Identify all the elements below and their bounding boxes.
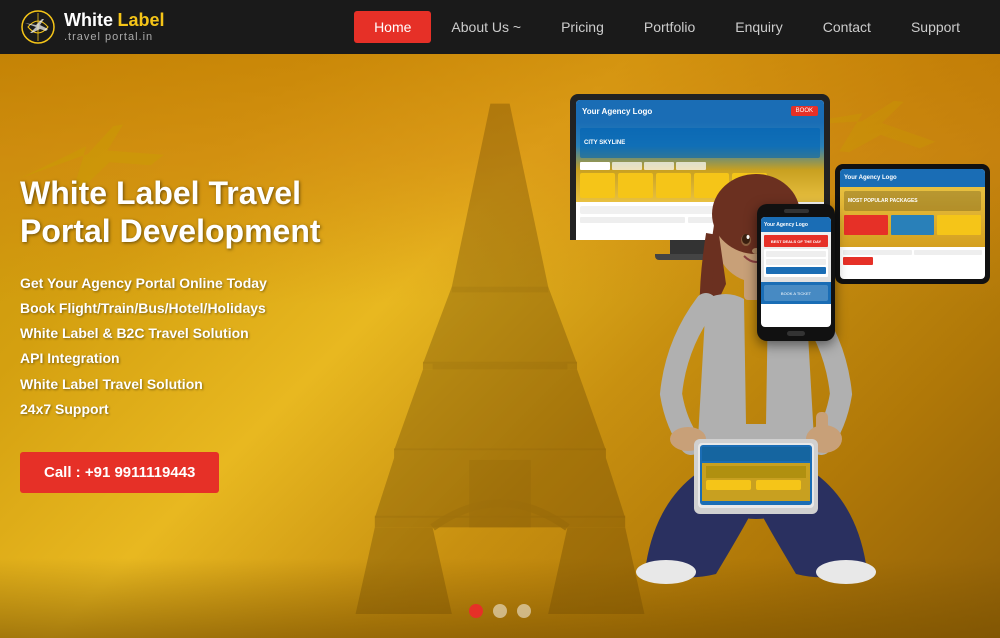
phone-home-button [787, 331, 805, 336]
nav-item-pricing[interactable]: Pricing [541, 11, 624, 43]
monitor-book-btn: BOOK [791, 106, 818, 116]
phone-deal-text: BEST DEALS OF THE DAY [771, 239, 821, 244]
phone-logo-text: Your Agency Logo [764, 222, 808, 228]
logo-sub: .travel portal.in [64, 31, 164, 43]
phone-mockup: Your Agency Logo BEST DEALS OF THE DAY [757, 204, 835, 341]
phone-input-row [766, 251, 826, 257]
tablet-content-area: MOST POPULAR PACKAGES [840, 187, 985, 247]
tablet-screen: Your Agency Logo MOST POPULAR PACKAGES [840, 169, 985, 279]
logo-icon [20, 9, 56, 45]
navbar: White Label .travel portal.in Home About… [0, 0, 1000, 54]
monitor-logo-text: Your Agency Logo [582, 107, 652, 116]
tablet-screen-header: Your Agency Logo [840, 169, 985, 187]
call-button[interactable]: Call : +91 9911119443 [20, 452, 219, 493]
hero-list-item: Book Flight/Train/Bus/Hotel/Holidays [20, 296, 340, 321]
phone-speaker [784, 209, 809, 213]
nav-item-support[interactable]: Support [891, 11, 980, 43]
hero-list: Get Your Agency Portal Online Today Book… [20, 271, 340, 422]
nav-item-contact[interactable]: Contact [803, 11, 891, 43]
tablet-logo-text: Your Agency Logo [844, 175, 897, 181]
monitor-screen-header: Your Agency Logo BOOK [576, 100, 824, 122]
tablet-mockup: Your Agency Logo MOST POPULAR PACKAGES [835, 164, 990, 284]
phone-screen: Your Agency Logo BEST DEALS OF THE DAY [761, 217, 831, 327]
phone-screen-header: Your Agency Logo [761, 217, 831, 232]
phone-frame: Your Agency Logo BEST DEALS OF THE DAY [757, 204, 835, 341]
hero-title: White Label Travel Portal Development [20, 174, 340, 251]
hero-list-item: White Label & B2C Travel Solution [20, 321, 340, 346]
tablet-search-btn [843, 257, 873, 265]
hero-list-item: 24x7 Support [20, 397, 340, 422]
phone-form [764, 249, 828, 277]
carousel-dots [469, 604, 531, 618]
phone-deal-banner: BEST DEALS OF THE DAY [764, 235, 828, 247]
tablet-banner-text: MOST POPULAR PACKAGES [848, 198, 918, 204]
hero-left-content: White Label Travel Portal Development Ge… [20, 174, 340, 493]
tablet-form [840, 247, 985, 275]
nav-item-enquiry[interactable]: Enquiry [715, 11, 802, 43]
tablet-banner: MOST POPULAR PACKAGES [844, 191, 981, 211]
nav-item-portfolio[interactable]: Portfolio [624, 11, 715, 43]
hero-list-item: White Label Travel Solution [20, 372, 340, 397]
hero-list-item: API Integration [20, 346, 340, 371]
hero-list-item: Get Your Agency Portal Online Today [20, 271, 340, 296]
phone-search-btn [766, 267, 826, 274]
phone-content-area: BEST DEALS OF THE DAY [761, 232, 831, 282]
phone-input-row [766, 259, 826, 265]
nav-links: Home About Us ~ Pricing Portfolio Enquir… [354, 11, 980, 43]
carousel-dot-2[interactable] [493, 604, 507, 618]
nav-item-about[interactable]: About Us ~ [431, 11, 541, 43]
carousel-dot-1[interactable] [469, 604, 483, 618]
nav-item-home[interactable]: Home [354, 11, 431, 43]
logo-white: White Label [64, 11, 164, 31]
tablet-frame: Your Agency Logo MOST POPULAR PACKAGES [835, 164, 990, 284]
logo-text: White Label .travel portal.in [64, 11, 164, 43]
hero-right-devices: Your Agency Logo BOOK CITY SKYLINE [550, 84, 990, 604]
hero-section: White Label Travel Portal Development Ge… [0, 54, 1000, 638]
logo: White Label .travel portal.in [20, 9, 164, 45]
carousel-dot-3[interactable] [517, 604, 531, 618]
